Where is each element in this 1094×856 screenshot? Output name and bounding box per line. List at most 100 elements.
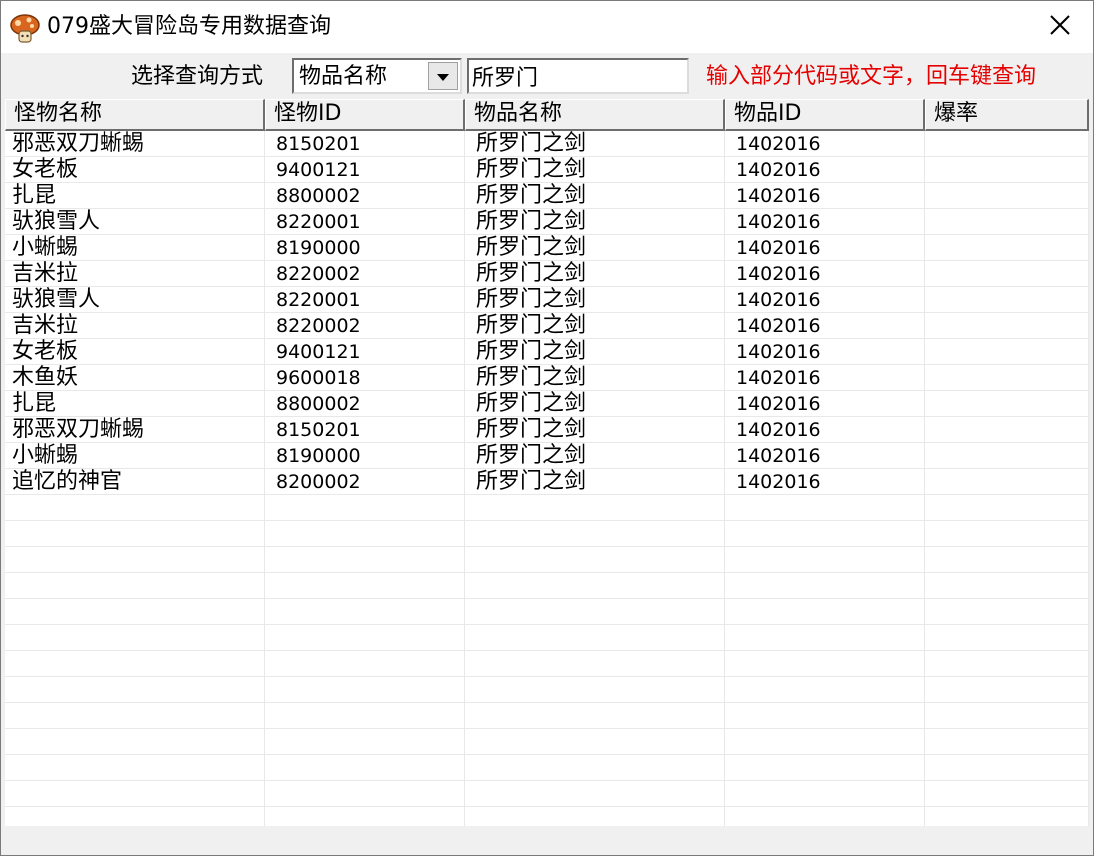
title-bar: 079盛大冒险岛专用数据查询 xyxy=(1,1,1093,53)
cell-drop-rate xyxy=(925,443,1089,469)
cell-monster-name xyxy=(5,755,265,781)
cell-monster-id: 8800002 xyxy=(265,183,465,209)
cell-drop-rate xyxy=(925,391,1089,417)
results-table[interactable]: 怪物名称 怪物ID 物品名称 物品ID 爆率 邪恶双刀蜥蜴 8150201 所罗门之… xyxy=(5,99,1089,826)
cell-drop-rate xyxy=(925,781,1089,807)
cell-item-name xyxy=(465,677,725,703)
empty-row xyxy=(5,573,1089,599)
cell-monster-name: 吉米拉 xyxy=(5,313,265,339)
cell-item-id: 1402016 xyxy=(725,365,925,391)
cell-item-name: 所罗门之剑 xyxy=(465,365,725,391)
query-mode-select[interactable]: 物品名称 xyxy=(292,58,462,94)
cell-monster-name xyxy=(5,677,265,703)
cell-monster-id: 8190000 xyxy=(265,235,465,261)
cell-item-id: 1402016 xyxy=(725,469,925,495)
cell-monster-id xyxy=(265,495,465,521)
dropdown-button[interactable] xyxy=(428,62,458,90)
cell-item-name xyxy=(465,781,725,807)
cell-monster-id xyxy=(265,677,465,703)
table-row[interactable]: 追忆的神官 8200002 所罗门之剑 1402016 xyxy=(5,469,1089,495)
table-row[interactable]: 邪恶双刀蜥蜴 8150201 所罗门之剑 1402016 xyxy=(5,131,1089,157)
cell-item-name: 所罗门之剑 xyxy=(465,157,725,183)
cell-item-name: 所罗门之剑 xyxy=(465,235,725,261)
cell-item-name: 所罗门之剑 xyxy=(465,261,725,287)
column-header-monster-id[interactable]: 怪物ID xyxy=(265,99,465,131)
column-header-monster-name[interactable]: 怪物名称 xyxy=(5,99,265,131)
empty-row xyxy=(5,807,1089,826)
cell-monster-id: 8150201 xyxy=(265,131,465,157)
table-row[interactable]: 木鱼妖 9600018 所罗门之剑 1402016 xyxy=(5,365,1089,391)
cell-drop-rate xyxy=(925,521,1089,547)
table-row[interactable]: 吉米拉 8220002 所罗门之剑 1402016 xyxy=(5,313,1089,339)
cell-monster-id: 8200002 xyxy=(265,469,465,495)
cell-monster-id xyxy=(265,755,465,781)
cell-monster-name xyxy=(5,625,265,651)
cell-drop-rate xyxy=(925,365,1089,391)
table-row[interactable]: 吉米拉 8220002 所罗门之剑 1402016 xyxy=(5,261,1089,287)
table-row[interactable]: 女老板 9400121 所罗门之剑 1402016 xyxy=(5,157,1089,183)
cell-monster-id: 8220002 xyxy=(265,313,465,339)
cell-drop-rate xyxy=(925,209,1089,235)
table-row[interactable]: 邪恶双刀蜥蜴 8150201 所罗门之剑 1402016 xyxy=(5,417,1089,443)
cell-monster-name: 女老板 xyxy=(5,157,265,183)
cell-drop-rate xyxy=(925,677,1089,703)
table-row[interactable]: 小蜥蜴 8190000 所罗门之剑 1402016 xyxy=(5,443,1089,469)
close-button[interactable] xyxy=(1027,1,1093,53)
cell-monster-id: 9400121 xyxy=(265,157,465,183)
cell-item-id xyxy=(725,729,925,755)
cell-item-id xyxy=(725,755,925,781)
cell-item-name: 所罗门之剑 xyxy=(465,417,725,443)
status-bar xyxy=(1,827,1093,855)
table-row[interactable]: 扎昆 8800002 所罗门之剑 1402016 xyxy=(5,183,1089,209)
cell-monster-id xyxy=(265,807,465,826)
app-window: 079盛大冒险岛专用数据查询 选择查询方式 物品名称 输入部分代码 xyxy=(0,0,1094,856)
table-row[interactable]: 女老板 9400121 所罗门之剑 1402016 xyxy=(5,339,1089,365)
cell-drop-rate xyxy=(925,157,1089,183)
cell-monster-id: 8220002 xyxy=(265,261,465,287)
cell-item-id xyxy=(725,599,925,625)
table-row[interactable]: 驮狼雪人 8220001 所罗门之剑 1402016 xyxy=(5,209,1089,235)
cell-item-name: 所罗门之剑 xyxy=(465,209,725,235)
cell-item-name: 所罗门之剑 xyxy=(465,287,725,313)
cell-monster-name: 女老板 xyxy=(5,339,265,365)
cell-drop-rate xyxy=(925,573,1089,599)
cell-monster-id xyxy=(265,729,465,755)
cell-item-id xyxy=(725,521,925,547)
cell-monster-id: 8190000 xyxy=(265,443,465,469)
cell-item-name: 所罗门之剑 xyxy=(465,443,725,469)
cell-monster-name xyxy=(5,521,265,547)
search-hint: 输入部分代码或文字，回车键查询 xyxy=(706,64,1037,89)
cell-item-id xyxy=(725,547,925,573)
cell-monster-id: 9600018 xyxy=(265,365,465,391)
cell-item-name xyxy=(465,703,725,729)
cell-item-name xyxy=(465,547,725,573)
empty-row xyxy=(5,599,1089,625)
cell-monster-id: 9400121 xyxy=(265,339,465,365)
empty-row xyxy=(5,677,1089,703)
search-input[interactable] xyxy=(467,58,689,94)
cell-item-id: 1402016 xyxy=(725,313,925,339)
cell-item-name xyxy=(465,573,725,599)
table-row[interactable]: 扎昆 8800002 所罗门之剑 1402016 xyxy=(5,391,1089,417)
cell-item-id: 1402016 xyxy=(725,235,925,261)
cell-item-id: 1402016 xyxy=(725,261,925,287)
cell-item-name: 所罗门之剑 xyxy=(465,131,725,157)
cell-monster-name: 驮狼雪人 xyxy=(5,209,265,235)
cell-item-name: 所罗门之剑 xyxy=(465,183,725,209)
cell-item-id: 1402016 xyxy=(725,339,925,365)
cell-item-id xyxy=(725,651,925,677)
column-header-item-name[interactable]: 物品名称 xyxy=(465,99,725,131)
table-body: 邪恶双刀蜥蜴 8150201 所罗门之剑 1402016 女老板 9400121 所罗门之剑… xyxy=(5,131,1089,826)
cell-item-id xyxy=(725,703,925,729)
column-header-item-id[interactable]: 物品ID xyxy=(725,99,925,131)
cell-monster-name: 扎昆 xyxy=(5,183,265,209)
column-header-drop-rate[interactable]: 爆率 xyxy=(925,99,1089,131)
table-row[interactable]: 小蜥蜴 8190000 所罗门之剑 1402016 xyxy=(5,235,1089,261)
cell-item-id: 1402016 xyxy=(725,157,925,183)
cell-drop-rate xyxy=(925,261,1089,287)
cell-item-name xyxy=(465,755,725,781)
table-row[interactable]: 驮狼雪人 8220001 所罗门之剑 1402016 xyxy=(5,287,1089,313)
query-mode-value: 物品名称 xyxy=(299,64,388,89)
cell-item-name xyxy=(465,521,725,547)
cell-item-id xyxy=(725,781,925,807)
